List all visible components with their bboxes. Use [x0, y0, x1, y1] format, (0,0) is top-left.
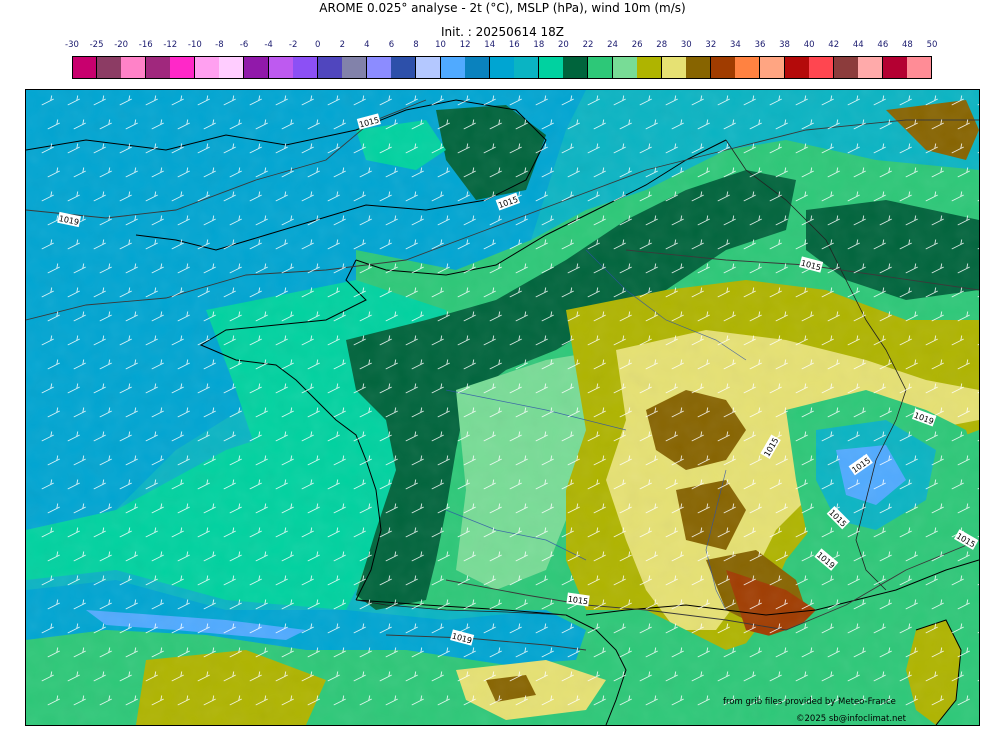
colorbar-swatch	[194, 56, 220, 78]
colorbar-swatch	[293, 56, 319, 78]
colorbar-swatch	[882, 56, 908, 78]
map-canvas: 1015101910151015101510191019101510151015…	[26, 90, 979, 725]
colorbar-swatch	[342, 56, 368, 78]
colorbar-swatch	[440, 56, 466, 78]
colorbar-swatch	[366, 56, 392, 78]
colorbar-swatch	[72, 56, 98, 78]
colorbar-swatch	[317, 56, 343, 78]
colorbar-swatch	[760, 56, 786, 78]
colorbar-swatch	[96, 56, 122, 78]
init-time: Init. : 20250614 18Z	[440, 25, 565, 39]
colorbar-swatch	[538, 56, 564, 78]
copyright-credit: ©2025 sb@infoclimat.net	[796, 714, 906, 724]
colorbar-swatch	[563, 56, 589, 78]
colorbar-swatch	[121, 56, 147, 78]
temperature-colorbar: -30 -25 -20 -16 -12 -10 -8 -6 -4 -2 0 2 4 6 8 10 12 14 16 1…	[65, 40, 937, 82]
colorbar-swatch	[489, 56, 515, 78]
colorbar-swatch	[145, 56, 171, 78]
colorbar-swatch	[735, 56, 761, 78]
colorbar-swatch	[907, 56, 933, 78]
colorbar-swatch	[244, 56, 270, 78]
colorbar-swatch	[858, 56, 884, 78]
colorbar-swatch	[612, 56, 638, 78]
colorbar-swatch	[170, 56, 196, 78]
colorbar-swatch	[588, 56, 614, 78]
colorbar-swatch	[833, 56, 859, 78]
colorbar-swatch	[784, 56, 810, 78]
colorbar-swatch	[416, 56, 442, 78]
colorbar-swatch	[710, 56, 736, 78]
colorbar-swatch	[809, 56, 835, 78]
map-title: AROME 0.025° analyse - 2t (°C), MSLP (hP…	[319, 1, 686, 15]
colorbar-swatch	[686, 56, 712, 78]
data-source-credit: from grib files provided by Meteo-France	[723, 697, 896, 707]
colorbar-swatch	[465, 56, 491, 78]
colorbar-tick: 50	[926, 40, 938, 50]
texture-overlay	[26, 90, 979, 725]
colorbar-swatch	[661, 56, 687, 78]
colorbar-swatch	[514, 56, 540, 78]
colorbar-swatch	[637, 56, 663, 78]
forecast-map[interactable]: 1015 1019 1015 1015 1015 1019 1019 1015 1015 1015…	[25, 89, 980, 726]
colorbar-swatch	[219, 56, 245, 78]
colorbar-swatch	[268, 56, 294, 78]
colorbar-swatch	[391, 56, 417, 78]
